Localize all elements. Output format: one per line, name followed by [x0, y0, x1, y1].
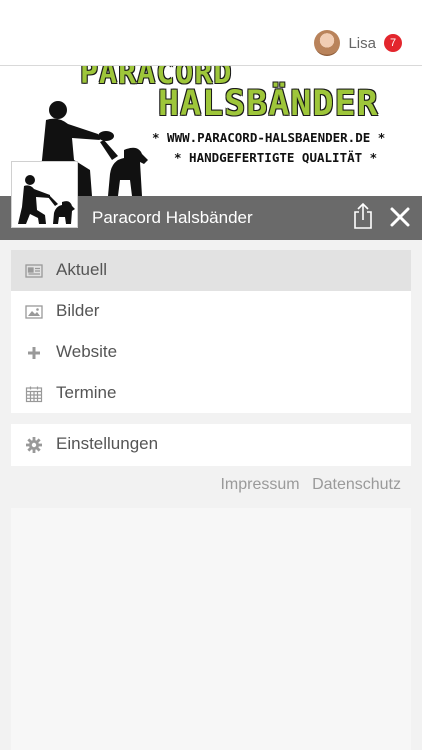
navigation-menu: Aktuell Bilder Website Termine [11, 250, 411, 413]
menu-item-bilder[interactable]: Bilder [11, 291, 411, 332]
image-icon [25, 305, 43, 319]
page-title: Paracord Halsbänder [92, 208, 253, 227]
menu-item-label: Termine [56, 383, 117, 402]
page-logo-thumbnail [11, 161, 78, 228]
user-menu[interactable]: Lisa 7 [314, 30, 402, 56]
menu-item-termine[interactable]: Termine [11, 373, 411, 414]
datenschutz-link[interactable]: Datenschutz [312, 476, 401, 493]
settings-menu: Einstellungen [11, 424, 411, 466]
footer-links: Impressum Datenschutz [212, 476, 401, 494]
impressum-link[interactable]: Impressum [220, 476, 299, 493]
username[interactable]: Lisa [348, 35, 376, 52]
banner-title-line2: HALSBÄNDER [158, 84, 379, 124]
gear-icon [26, 437, 42, 453]
close-icon[interactable] [388, 205, 412, 229]
menu-item-aktuell[interactable]: Aktuell [11, 250, 411, 291]
man-and-dog-thumbnail-image [18, 175, 75, 224]
menu-item-website[interactable]: Website [11, 332, 411, 373]
banner-tagline: * HANDGEFERTIGTE QUALITÄT * [174, 150, 378, 165]
avatar[interactable] [314, 30, 341, 56]
share-icon[interactable] [352, 202, 374, 230]
newspaper-icon [25, 264, 43, 278]
menu-item-label: Website [56, 342, 118, 361]
notification-badge[interactable]: 7 [384, 34, 402, 52]
top-bar: Lisa 7 [0, 0, 422, 66]
menu-item-label: Bilder [56, 301, 100, 320]
plus-icon [28, 347, 40, 359]
menu-item-label: Einstellungen [56, 434, 159, 453]
content-area [11, 508, 411, 750]
banner-url: * WWW.PARACORD-HALSBAENDER.DE * [152, 130, 386, 145]
calendar-icon [25, 386, 43, 403]
menu-item-label: Aktuell [56, 260, 108, 279]
menu-item-einstellungen[interactable]: Einstellungen [11, 424, 411, 465]
